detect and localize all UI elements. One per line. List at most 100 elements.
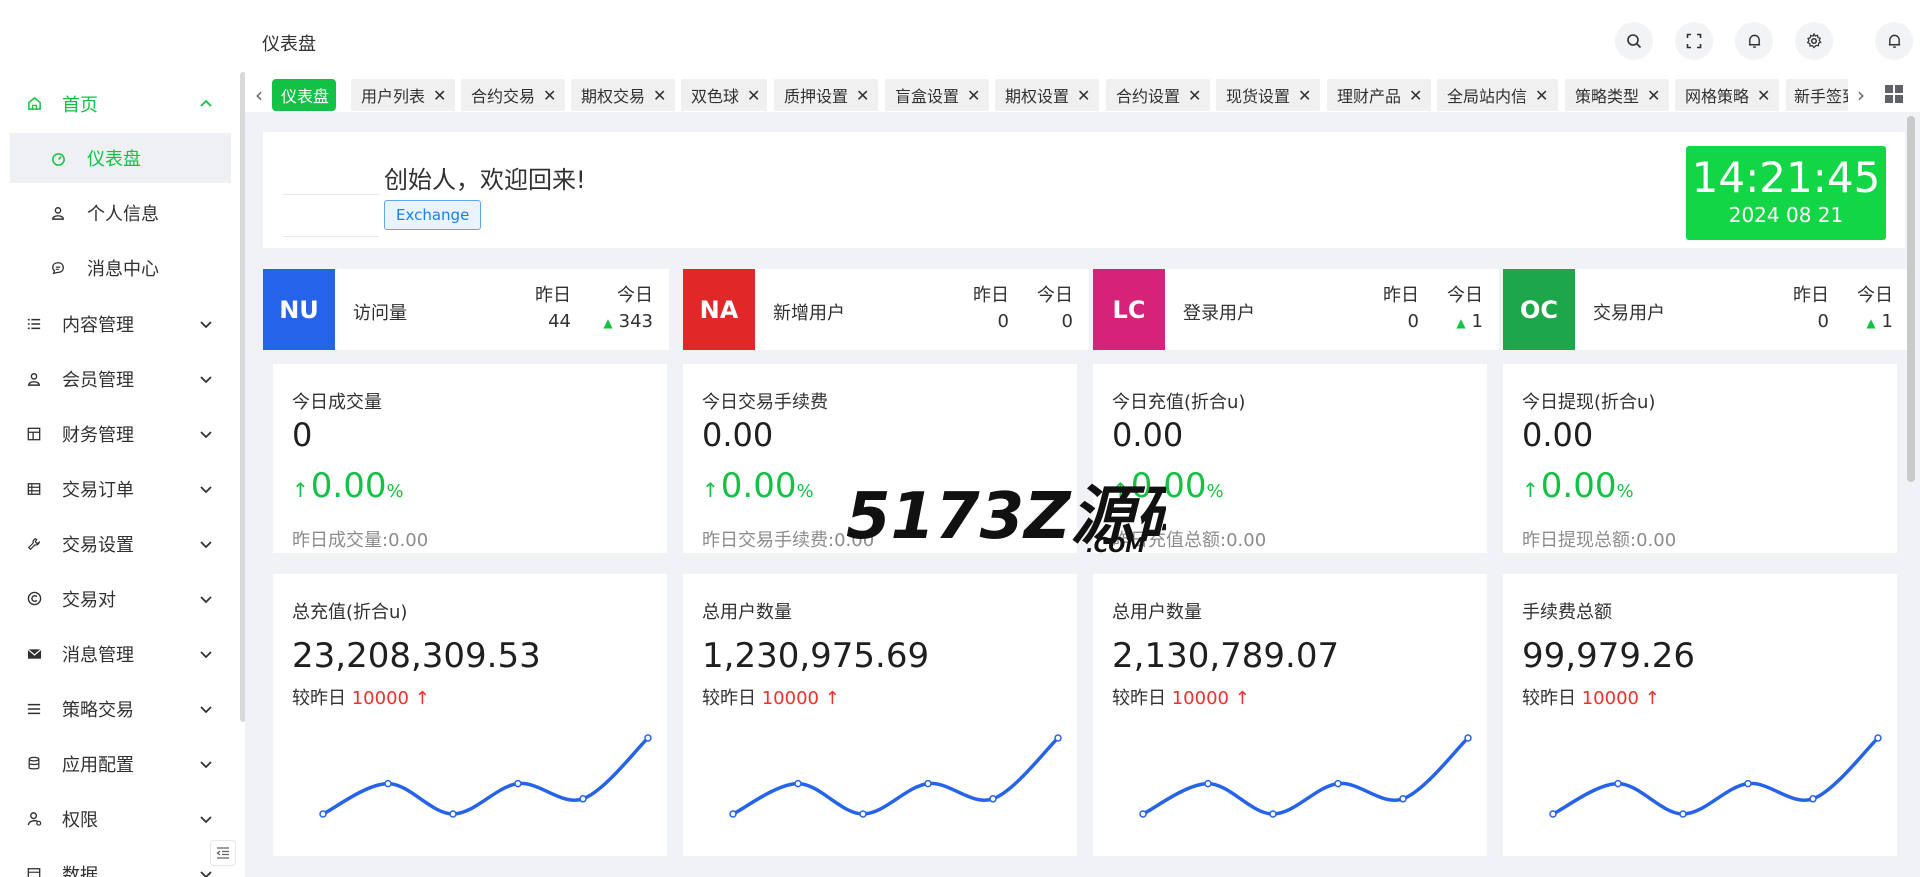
tab-contract-trade[interactable]: 合约交易 ✕ bbox=[461, 79, 565, 111]
tab-blindbox-settings[interactable]: 盲盒设置 ✕ bbox=[885, 79, 989, 111]
close-icon[interactable]: ✕ bbox=[1409, 86, 1422, 105]
card-footer: 昨日提现总额:0.00 bbox=[1522, 530, 1677, 551]
sidebar-item-permissions[interactable]: 权限 bbox=[0, 791, 235, 846]
bell-icon bbox=[1888, 34, 1900, 48]
close-icon[interactable]: ✕ bbox=[1188, 86, 1201, 105]
sidebar-item-message-mgmt[interactable]: 消息管理 bbox=[0, 626, 235, 681]
sparkline-point bbox=[1679, 810, 1687, 818]
notifications-button[interactable] bbox=[1735, 22, 1773, 60]
settings-button[interactable] bbox=[1795, 22, 1833, 60]
card-value: 0.00 bbox=[702, 416, 774, 454]
chevron-down-icon bbox=[196, 589, 216, 609]
chevron-down-icon bbox=[196, 534, 216, 554]
tabs-scroll-right-icon[interactable]: › bbox=[1857, 83, 1865, 107]
close-icon[interactable]: ✕ bbox=[1077, 86, 1090, 105]
tab-dashboard[interactable]: 仪表盘 bbox=[272, 79, 336, 111]
database-icon bbox=[26, 756, 42, 772]
card-label: 总用户数量 bbox=[702, 602, 792, 623]
search-button[interactable] bbox=[1615, 22, 1653, 60]
sidebar-item-profile[interactable]: 个人信息 bbox=[10, 188, 231, 238]
close-icon[interactable]: ✕ bbox=[653, 86, 666, 105]
tab-staking-settings[interactable]: 质押设置 ✕ bbox=[774, 79, 878, 111]
tab-strategy-types[interactable]: 策略类型 ✕ bbox=[1565, 79, 1669, 111]
stat-code-badge: NA bbox=[683, 269, 755, 350]
sidebar-item-label: 财务管理 bbox=[62, 424, 134, 446]
close-icon[interactable]: ✕ bbox=[543, 86, 556, 105]
tabs-menu-grid-icon[interactable] bbox=[1885, 85, 1903, 103]
arrow-up-icon: ↑ bbox=[414, 688, 430, 709]
sidebar-item-app-config[interactable]: 应用配置 bbox=[0, 736, 235, 791]
sparkline-chart bbox=[1139, 734, 1472, 818]
collapse-sidebar-button[interactable] bbox=[210, 840, 236, 866]
sidebar-item-label: 首页 bbox=[62, 94, 98, 116]
tab-contract-settings[interactable]: 合约设置 ✕ bbox=[1106, 79, 1210, 111]
sidebar-item-content[interactable]: 内容管理 bbox=[0, 296, 235, 351]
sidebar-item-pairs[interactable]: 交易对 bbox=[0, 571, 235, 626]
card-change: ↑0.00% bbox=[292, 466, 404, 506]
tab-user-list[interactable]: 用户列表 ✕ bbox=[351, 79, 455, 111]
tab-option-trade[interactable]: 期权交易 ✕ bbox=[571, 79, 675, 111]
tab-spot-settings[interactable]: 现货设置 ✕ bbox=[1216, 79, 1320, 111]
stat-new-users: NA 新增用户 昨日 0 今日 0 bbox=[683, 269, 1089, 350]
sidebar-item-dashboard[interactable]: 仪表盘 bbox=[10, 133, 231, 183]
tab-double-color-ball[interactable]: 双色球 ✕ bbox=[681, 79, 767, 111]
sidebar-item-label: 消息中心 bbox=[87, 259, 159, 280]
watermark-logo: 5173Z源码 .COM bbox=[846, 480, 1166, 556]
sparkline-point bbox=[579, 795, 587, 803]
card-label: 手续费总额 bbox=[1522, 602, 1612, 623]
sidebar-item-messages[interactable]: 消息中心 bbox=[10, 243, 231, 293]
card-today-volume: 今日成交量 0 ↑0.00% 昨日成交量:0.00 bbox=[273, 364, 667, 553]
sparkline-point bbox=[1054, 734, 1062, 742]
card-compare-label: 较昨日 bbox=[1522, 688, 1576, 709]
tab-global-messages[interactable]: 全局站内信 ✕ bbox=[1437, 79, 1558, 111]
tab-label: 盲盒设置 bbox=[895, 87, 960, 106]
card-compare: 较昨日 10000 ↑ bbox=[292, 684, 430, 710]
fullscreen-button[interactable] bbox=[1675, 22, 1713, 60]
arrow-up-icon: ↑ bbox=[1234, 688, 1250, 709]
clock-widget: 14:21:45 2024 08 21 bbox=[1686, 146, 1886, 240]
sparkline-point bbox=[319, 810, 327, 818]
card-compare-label: 较昨日 bbox=[1112, 688, 1166, 709]
main-scrollbar[interactable] bbox=[1907, 116, 1915, 482]
sparkline-series bbox=[322, 736, 650, 816]
tab-wealth-products[interactable]: 理财产品 ✕ bbox=[1327, 79, 1431, 111]
close-icon[interactable]: ✕ bbox=[1757, 86, 1770, 105]
tab-grid-strategy[interactable]: 网格策略 ✕ bbox=[1675, 79, 1779, 111]
sparkline-series bbox=[1552, 736, 1880, 816]
tab-option-settings[interactable]: 期权设置 ✕ bbox=[995, 79, 1099, 111]
close-icon[interactable]: ✕ bbox=[747, 86, 760, 105]
sidebar-item-data[interactable]: 数据 bbox=[0, 846, 235, 877]
tab-newbie-signin[interactable]: 新手签到 bbox=[1786, 79, 1848, 111]
card-change-value: 0.00 bbox=[720, 466, 797, 506]
card-change-unit: % bbox=[796, 481, 814, 502]
card-label: 今日交易手续费 bbox=[702, 392, 828, 413]
sidebar-item-orders[interactable]: 交易订单 bbox=[0, 461, 235, 516]
sidebar-item-home[interactable]: 首页 bbox=[0, 76, 235, 131]
close-icon[interactable]: ✕ bbox=[1298, 86, 1311, 105]
stat-yesterday: 昨日 44 bbox=[535, 283, 571, 335]
stat-name: 新增用户 bbox=[773, 303, 845, 324]
sidebar-item-label: 会员管理 bbox=[62, 369, 134, 391]
sparkline-point bbox=[384, 779, 392, 788]
close-icon[interactable]: ✕ bbox=[433, 86, 446, 105]
close-icon[interactable]: ✕ bbox=[1535, 86, 1548, 105]
chevron-down-icon bbox=[196, 809, 216, 829]
tab-label: 策略类型 bbox=[1575, 87, 1640, 106]
card-value: 2,130,789.07 bbox=[1112, 636, 1340, 676]
arrow-up-icon: ↑ bbox=[1644, 688, 1660, 709]
close-icon[interactable]: ✕ bbox=[1647, 86, 1660, 105]
card-total-deposit: 总充值(折合u) 23,208,309.53 较昨日 10000 ↑ bbox=[273, 574, 667, 856]
close-icon[interactable]: ✕ bbox=[856, 86, 869, 105]
tabs-scroll-left-icon[interactable]: ‹ bbox=[255, 83, 263, 107]
sidebar-item-finance[interactable]: 财务管理 bbox=[0, 406, 235, 461]
alerts-button[interactable] bbox=[1875, 22, 1913, 60]
sparkline-point bbox=[1464, 734, 1472, 742]
tab-label: 理财产品 bbox=[1337, 87, 1402, 106]
sidebar-item-members[interactable]: 会员管理 bbox=[0, 351, 235, 406]
close-icon[interactable]: ✕ bbox=[967, 86, 980, 105]
sidebar-item-trade-settings[interactable]: 交易设置 bbox=[0, 516, 235, 571]
sidebar-item-strategy[interactable]: 策略交易 bbox=[0, 681, 235, 736]
wrench-icon bbox=[26, 536, 42, 552]
card-change-value: 0.00 bbox=[310, 466, 387, 506]
stat-today-value: 343 bbox=[618, 311, 653, 332]
